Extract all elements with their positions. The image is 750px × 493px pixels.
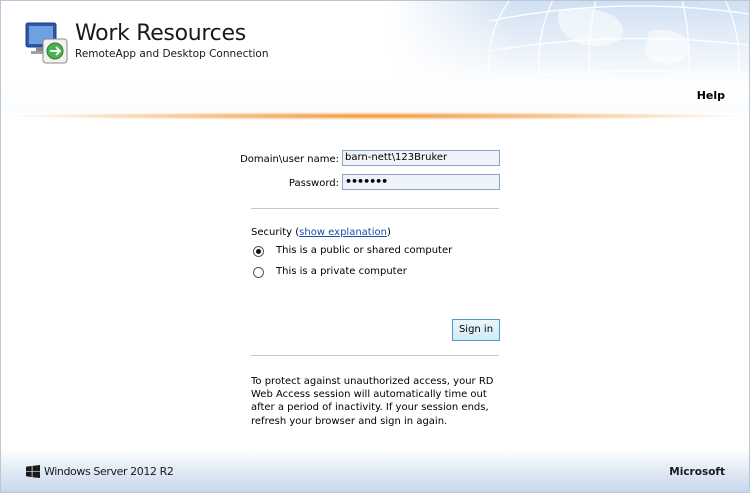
- product-name: Windows Server 2012 R2: [44, 465, 174, 478]
- windows-logo-icon: [26, 465, 40, 478]
- timeout-notice: To protect against unauthorized access, …: [251, 376, 494, 427]
- public-computer-radio[interactable]: [253, 246, 264, 257]
- show-explanation-link[interactable]: show explanation: [299, 227, 387, 238]
- security-label-prefix: Security (: [251, 227, 300, 238]
- password-label: Password:: [288, 178, 339, 189]
- public-computer-label: This is a public or shared computer: [276, 245, 453, 256]
- sign-in-button[interactable]: Sign in: [452, 319, 500, 341]
- page-subtitle: RemoteApp and Desktop Connection: [75, 48, 269, 60]
- private-computer-radio[interactable]: [253, 267, 264, 278]
- header-divider: [1, 112, 749, 120]
- page-title: Work Resources: [75, 21, 246, 46]
- separator-bottom: [251, 355, 499, 356]
- remoteapp-icon: [25, 22, 68, 64]
- rd-web-access-window: Work Resources RemoteApp and Desktop Con…: [0, 0, 750, 493]
- username-input[interactable]: [342, 150, 500, 166]
- private-computer-label: This is a private computer: [276, 266, 407, 277]
- username-label: Domain\user name:: [240, 154, 339, 165]
- help-link[interactable]: Help: [697, 89, 725, 102]
- password-input[interactable]: •••••••: [342, 174, 500, 190]
- separator-top: [251, 208, 499, 209]
- globe-background-graphic: [389, 1, 749, 87]
- footer: Windows Server 2012 R2 Microsoft: [1, 449, 749, 492]
- header: Work Resources RemoteApp and Desktop Con…: [1, 1, 749, 113]
- security-label-suffix: ): [386, 227, 391, 238]
- microsoft-logo: Microsoft: [669, 466, 725, 478]
- security-label: Security (show explanation): [251, 227, 391, 238]
